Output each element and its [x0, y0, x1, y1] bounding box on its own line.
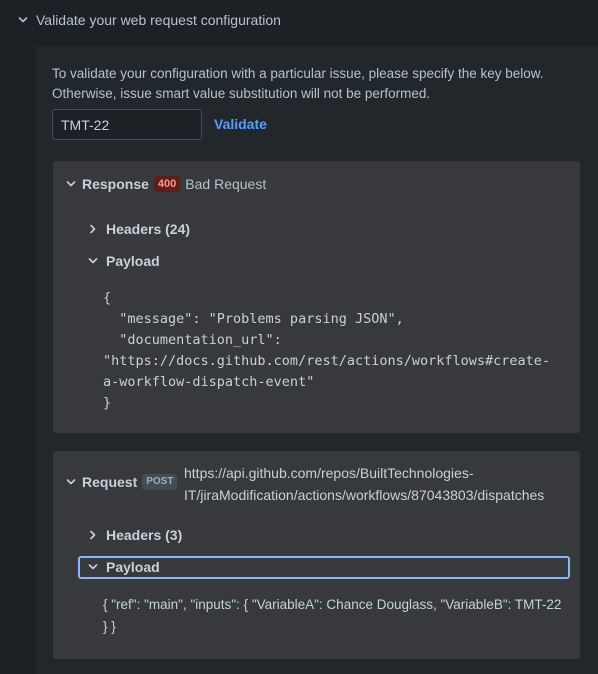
response-label: Response — [82, 176, 149, 192]
chevron-down-icon — [86, 560, 100, 574]
issue-key-input[interactable] — [52, 109, 202, 140]
status-code-badge: 400 — [153, 176, 181, 192]
request-headers-toggle[interactable]: Headers (3) — [86, 526, 182, 544]
response-headers-toggle[interactable]: Headers (24) — [86, 220, 190, 238]
chevron-down-icon — [86, 254, 100, 268]
chevron-down-icon — [64, 475, 78, 489]
request-payload-toggle[interactable]: Payload — [86, 558, 160, 576]
response-toggle[interactable]: Response 400 Bad Request — [64, 175, 266, 193]
response-payload: { "message": "Problems parsing JSON", "d… — [103, 290, 551, 411]
response-payload-label: Payload — [106, 253, 160, 269]
chevron-right-icon — [86, 528, 100, 542]
intro-text: To validate your configuration with a pa… — [52, 66, 544, 101]
chevron-down-icon — [16, 13, 30, 27]
chevron-right-icon — [86, 222, 100, 236]
response-payload-toggle[interactable]: Payload — [86, 252, 160, 270]
response-headers-label: Headers (24) — [106, 221, 191, 237]
chevron-down-icon — [64, 177, 78, 191]
request-toggle[interactable]: Request POST — [64, 473, 178, 491]
method-badge: POST — [142, 474, 178, 490]
request-label: Request — [82, 474, 138, 490]
request-headers-label: Headers (3) — [106, 527, 183, 543]
request-payload: { "ref": "main", "inputs": { "VariableA"… — [103, 597, 562, 634]
request-url: https://api.github.com/repos/BuiltTechno… — [184, 465, 545, 503]
request-payload-label: Payload — [106, 559, 160, 575]
status-text: Bad Request — [185, 176, 267, 192]
validate-section-toggle[interactable]: Validate your web request configuration — [0, 0, 598, 40]
section-title: Validate your web request configuration — [36, 12, 281, 28]
validate-button[interactable]: Validate — [214, 116, 267, 132]
